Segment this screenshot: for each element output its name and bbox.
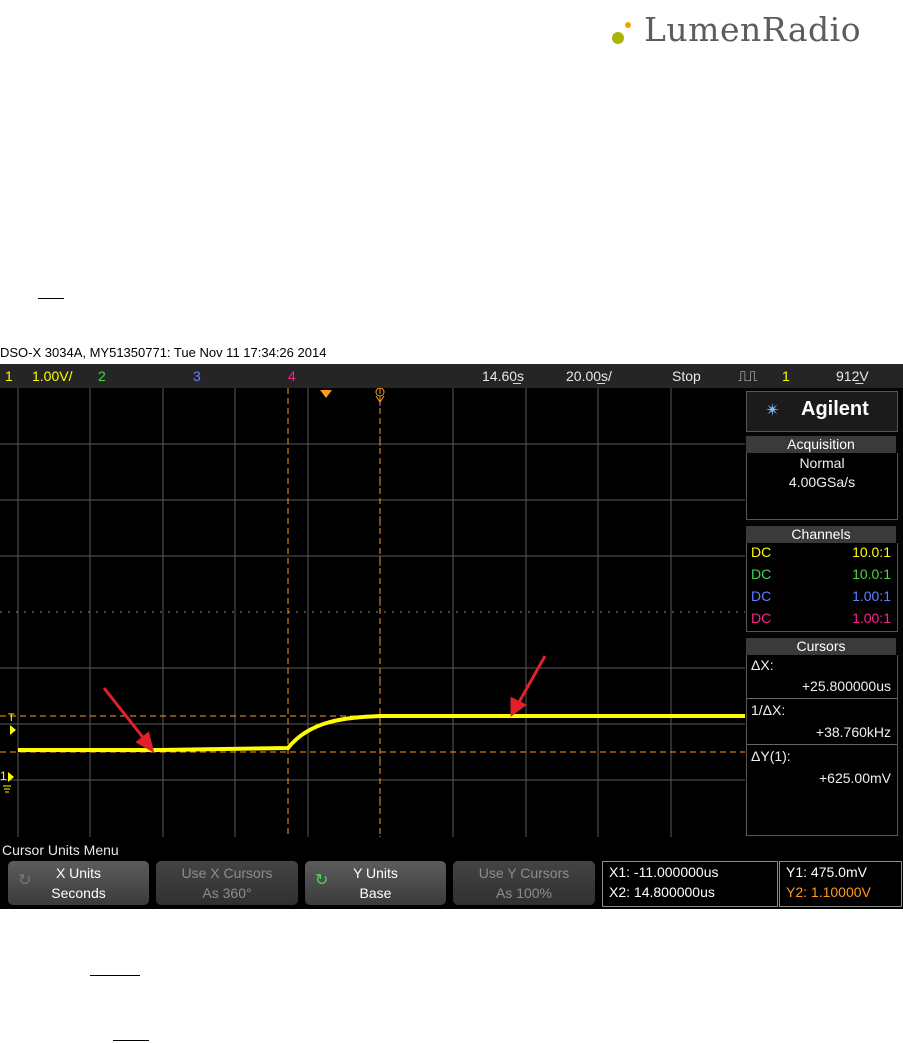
doc-underline-mark — [90, 975, 140, 976]
ch1-ground-label: 1 — [0, 769, 7, 783]
x1-readout: X1: -11.000000us — [609, 864, 719, 880]
doc-underline-mark — [113, 1040, 149, 1041]
y2-readout: Y2: 1.10000V — [786, 884, 871, 900]
trigger-position-marker — [320, 390, 332, 398]
channels-box: DC 10.0:1 DC 10.0:1 DC 1.00:1 DC 1.00:1 — [746, 543, 898, 632]
trigger-channel[interactable]: 1 — [782, 368, 790, 384]
graticule-center-axes — [0, 388, 745, 837]
softkey-value: Base — [359, 885, 392, 901]
inverse-delta-x-value: +38.760kHz — [815, 724, 891, 740]
ch4-indicator[interactable]: 4 — [288, 368, 296, 384]
x-units-softkey[interactable]: ↻ X Units Seconds — [8, 861, 149, 905]
logo-dot-icon — [612, 32, 624, 44]
y1-readout: Y1: 475.0mV — [786, 864, 867, 880]
annotation-arrow — [510, 655, 547, 717]
run-state[interactable]: Stop — [672, 368, 701, 384]
channel-coupling: DC — [751, 566, 772, 582]
softkey-label: Use Y Cursors — [478, 865, 570, 881]
annotation-arrow — [102, 687, 155, 754]
cursors-header: Cursors — [746, 638, 896, 655]
acquisition-header: Acquisition — [746, 436, 896, 453]
trigger-level[interactable]: 912̲V — [836, 368, 869, 384]
scope-status-bar: 1 1.00V/ 2 3 4 14.60̲s 20.00̲s/ Stop ⎍⎍ … — [0, 364, 903, 388]
y-cursor-readout: Y1: 475.0mV Y2: 1.10000V — [779, 861, 902, 907]
delta-y-label: ΔY(1): — [751, 748, 791, 764]
lumenradio-logo: LumenRadio — [612, 8, 902, 58]
use-y-cursors-softkey[interactable]: Use Y Cursors As 100% — [453, 861, 595, 905]
trigger-edge-icon: ⎍⎍ — [738, 368, 758, 384]
channel-coupling: DC — [751, 588, 772, 604]
refresh-icon: ↻ — [315, 872, 329, 889]
cursor-divider — [747, 698, 897, 699]
channel-row-1: DC 10.0:1 — [747, 544, 897, 561]
use-x-cursors-softkey[interactable]: Use X Cursors As 360° — [156, 861, 298, 905]
oscilloscope-display: 1 1.00V/ 2 3 4 14.60̲s 20.00̲s/ Stop ⎍⎍ … — [0, 364, 903, 909]
inverse-delta-x-label: 1/ΔX: — [751, 702, 786, 718]
channel-probe: 10.0:1 — [852, 544, 891, 560]
delta-x-label: ΔX: — [751, 657, 774, 673]
ch1-indicator[interactable]: 1 — [5, 368, 13, 384]
menu-title: Cursor Units Menu — [2, 842, 119, 858]
softkey-value: Seconds — [51, 885, 106, 901]
x2-readout: X2: 14.800000us — [609, 884, 715, 900]
timebase-scale[interactable]: 20.00̲s/ — [566, 368, 612, 384]
trigger-level-marker — [10, 725, 16, 735]
horizontal-delay[interactable]: 14.60̲s — [482, 368, 524, 384]
cursor-divider — [747, 744, 897, 745]
acquisition-box: Normal 4.00GSa/s — [746, 453, 898, 520]
channel-probe: 1.00:1 — [852, 588, 891, 604]
logo-dot-small-icon — [625, 22, 631, 28]
acquisition-mode: Normal — [799, 455, 845, 471]
agilent-brand-name: Agilent — [801, 398, 869, 420]
channel-coupling: DC — [751, 544, 772, 560]
scope-screenshot-title: DSO-X 3034A, MY51350771: Tue Nov 11 17:3… — [0, 345, 327, 360]
channel-probe: 10.0:1 — [852, 566, 891, 582]
trigger-level-label: T — [8, 712, 15, 724]
ground-icon — [3, 785, 11, 793]
channel-row-4: DC 1.00:1 — [747, 610, 897, 627]
agilent-brand-box: ✴ Agilent — [746, 391, 898, 432]
delta-y-value: +625.00mV — [819, 770, 891, 786]
ch3-indicator[interactable]: 3 — [193, 368, 201, 384]
delta-x-value: +25.800000us — [801, 678, 891, 694]
channel-row-2: DC 10.0:1 — [747, 566, 897, 583]
softkey-value: As 100% — [495, 885, 553, 901]
channel-coupling: DC — [751, 610, 772, 626]
ch2-indicator[interactable]: 2 — [98, 368, 106, 384]
softkey-label: Use X Cursors — [181, 865, 273, 881]
channel-probe: 1.00:1 — [852, 610, 891, 626]
logo-text: LumenRadio — [644, 10, 862, 49]
refresh-icon: ↻ — [18, 872, 32, 889]
ch1-waveform — [18, 714, 745, 752]
waveform-graticule[interactable]: T 1 — [0, 388, 745, 837]
acquisition-rate: 4.00GSa/s — [788, 474, 856, 490]
x-cursor-readout: X1: -11.000000us X2: 14.800000us — [602, 861, 778, 907]
doc-underline-mark — [38, 298, 64, 299]
channels-header: Channels — [746, 526, 896, 543]
channel-row-3: DC 1.00:1 — [747, 588, 897, 605]
ch1-scale[interactable]: 1.00V/ — [32, 368, 72, 384]
info-side-panel: ✴ Agilent Acquisition Normal 4.00GSa/s C… — [745, 388, 903, 837]
agilent-spark-icon: ✴ — [765, 400, 781, 421]
y-units-softkey[interactable]: ↻ Y Units Base — [305, 861, 446, 905]
softkey-value: As 360° — [202, 885, 252, 901]
cursors-box: ΔX: +25.800000us 1/ΔX: +38.760kHz ΔY(1):… — [746, 655, 898, 836]
